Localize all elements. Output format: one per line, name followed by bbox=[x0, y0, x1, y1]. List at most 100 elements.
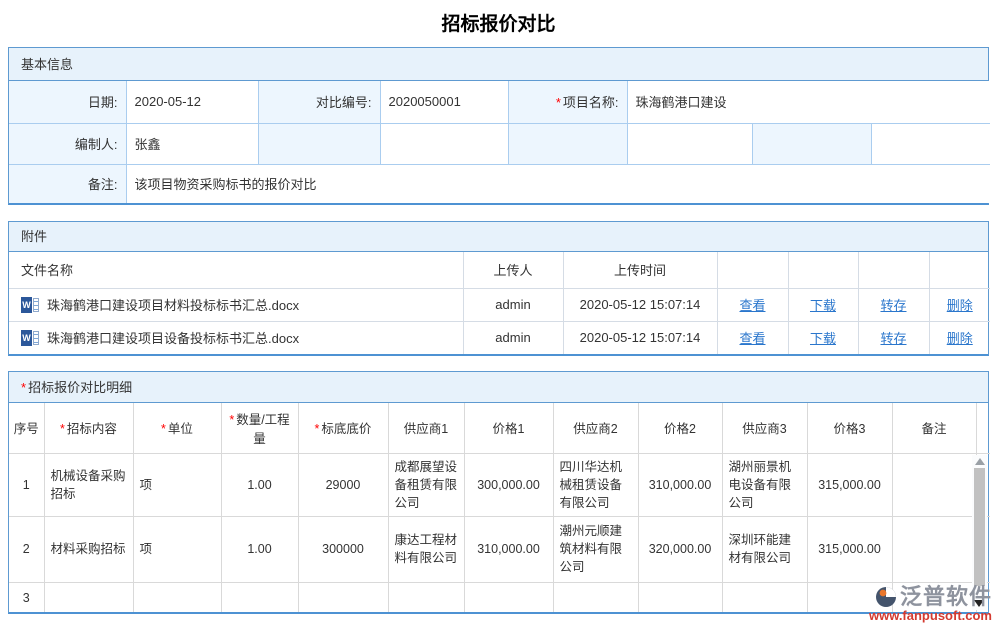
cell-supplier3: 深圳环能建材有限公司 bbox=[722, 516, 807, 582]
word-doc-icon: W bbox=[21, 330, 39, 346]
cell-supplier1 bbox=[388, 582, 464, 612]
cell-qty: 1.00 bbox=[221, 516, 298, 582]
cell-content bbox=[44, 582, 133, 612]
basic-info-row-1: 日期: 2020-05-12 对比编号: 2020050001 *项目名称: 珠… bbox=[9, 81, 990, 123]
cell-no: 3 bbox=[9, 582, 44, 612]
file-name-cell: W 珠海鹤港口建设项目材料投标标书汇总.docx bbox=[9, 288, 463, 321]
required-asterisk: * bbox=[315, 422, 320, 436]
col-header-base-price: *标底底价 bbox=[298, 403, 388, 453]
empty-value-cell bbox=[380, 123, 508, 164]
cell-qty: 1.00 bbox=[221, 453, 298, 516]
empty-action-header bbox=[929, 252, 990, 288]
cell-supplier2: 四川华达机械租赁设备有限公司 bbox=[553, 453, 638, 516]
col-header-no: 序号 bbox=[9, 403, 44, 453]
col-header-content: *招标内容 bbox=[44, 403, 133, 453]
delete-link[interactable]: 删除 bbox=[947, 298, 973, 313]
cell-supplier2: 潮州元顺建筑材料有限公司 bbox=[553, 516, 638, 582]
transfer-save-link[interactable]: 转存 bbox=[880, 298, 906, 313]
date-label: 日期: bbox=[9, 81, 126, 123]
empty-label-cell bbox=[508, 123, 627, 164]
empty-action-header bbox=[717, 252, 788, 288]
required-asterisk: * bbox=[556, 95, 561, 110]
basic-info-row-2: 编制人: 张鑫 bbox=[9, 123, 990, 164]
author-value: 张鑫 bbox=[126, 123, 258, 164]
cell-price3: 315,000.00 bbox=[807, 516, 892, 582]
required-asterisk: * bbox=[161, 422, 166, 436]
uploader-header: 上传人 bbox=[463, 252, 563, 288]
uploader-cell: admin bbox=[463, 288, 563, 321]
delete-link[interactable]: 删除 bbox=[947, 331, 973, 346]
cell-unit: 项 bbox=[133, 453, 221, 516]
vendor-watermark: 泛普软件 www.fanpusoft.com bbox=[869, 585, 992, 623]
detail-row: 1 机械设备采购招标 项 1.00 29000 成都展望设备租赁有限公司 300… bbox=[9, 453, 990, 516]
cell-content: 材料采购招标 bbox=[44, 516, 133, 582]
cell-base-price: 29000 bbox=[298, 453, 388, 516]
scroll-up-icon[interactable] bbox=[975, 458, 985, 465]
view-link[interactable]: 查看 bbox=[739, 298, 765, 313]
cell-price1 bbox=[464, 582, 553, 612]
author-label: 编制人: bbox=[9, 123, 126, 164]
cell-no: 2 bbox=[9, 516, 44, 582]
cell-price1: 300,000.00 bbox=[464, 453, 553, 516]
detail-section-title: *招标报价对比明细 bbox=[9, 372, 988, 403]
word-doc-icon: W bbox=[21, 297, 39, 313]
detail-row: 2 材料采购招标 项 1.00 300000 康达工程材料有限公司 310,00… bbox=[9, 516, 990, 582]
detail-table: 序号 *招标内容 *单位 *数量/工程量 *标底底价 供应商1 价格1 供应商2… bbox=[9, 403, 990, 612]
col-header-qty: *数量/工程量 bbox=[221, 403, 298, 453]
remark-label: 备注: bbox=[9, 164, 126, 203]
attachment-row: W珠海鹤港口建设项目设备投标标书汇总.docx admin 2020-05-12… bbox=[9, 321, 990, 354]
col-header-price2: 价格2 bbox=[638, 403, 722, 453]
basic-info-row-3: 备注: 该项目物资采购标书的报价对比 bbox=[9, 164, 990, 203]
transfer-save-link[interactable]: 转存 bbox=[880, 331, 906, 346]
cell-supplier1: 成都展望设备租赁有限公司 bbox=[388, 453, 464, 516]
uploader-cell: admin bbox=[463, 321, 563, 354]
download-link[interactable]: 下载 bbox=[810, 298, 836, 313]
col-header-supplier1: 供应商1 bbox=[388, 403, 464, 453]
cell-base-price: 300000 bbox=[298, 516, 388, 582]
required-asterisk: * bbox=[21, 380, 26, 395]
attachments-panel: 附件 文件名称 上传人 上传时间 W 珠海鹤港口建设项目材料投标标书汇总.docx… bbox=[8, 221, 989, 356]
compare-no-label: 对比编号: bbox=[258, 81, 380, 123]
cell-price2 bbox=[638, 582, 722, 612]
view-link[interactable]: 查看 bbox=[739, 331, 765, 346]
vendor-url-text: www.fanpusoft.com bbox=[869, 609, 992, 623]
file-name-text: 珠海鹤港口建设项目材料投标标书汇总.docx bbox=[47, 298, 299, 313]
cell-content: 机械设备采购招标 bbox=[44, 453, 133, 516]
attachments-section-title: 附件 bbox=[9, 222, 988, 252]
cell-remark bbox=[892, 516, 976, 582]
basic-info-section-title: 基本信息 bbox=[9, 48, 988, 81]
cell-base-price bbox=[298, 582, 388, 612]
cell-unit bbox=[133, 582, 221, 612]
date-value: 2020-05-12 bbox=[126, 81, 258, 123]
empty-value-cell bbox=[627, 123, 752, 164]
remark-value: 该项目物资采购标书的报价对比 bbox=[126, 164, 990, 203]
page-title: 招标报价对比 bbox=[0, 0, 997, 47]
detail-section-title-text: 招标报价对比明细 bbox=[28, 380, 132, 395]
scrollbar-thumb[interactable] bbox=[974, 468, 985, 586]
fanpu-logo-icon bbox=[874, 585, 898, 609]
empty-label-cell bbox=[752, 123, 871, 164]
col-header-price1: 价格1 bbox=[464, 403, 553, 453]
empty-action-header bbox=[858, 252, 929, 288]
col-header-unit: *单位 bbox=[133, 403, 221, 453]
cell-price1: 310,000.00 bbox=[464, 516, 553, 582]
detail-row: 3 bbox=[9, 582, 990, 612]
upload-time-cell: 2020-05-12 15:07:14 bbox=[563, 288, 717, 321]
compare-no-value: 2020050001 bbox=[380, 81, 508, 123]
required-asterisk: * bbox=[229, 413, 234, 427]
bid-comparison-detail-panel: *招标报价对比明细 序号 *招标内容 *单位 *数量/工程量 *标底底价 供应商… bbox=[8, 371, 989, 614]
attachments-header-row: 文件名称 上传人 上传时间 bbox=[9, 252, 990, 288]
cell-supplier3 bbox=[722, 582, 807, 612]
col-header-supplier3: 供应商3 bbox=[722, 403, 807, 453]
project-name-value: 珠海鹤港口建设 bbox=[627, 81, 990, 123]
empty-action-header bbox=[788, 252, 858, 288]
cell-qty bbox=[221, 582, 298, 612]
download-link[interactable]: 下载 bbox=[810, 331, 836, 346]
empty-label-cell bbox=[258, 123, 380, 164]
basic-info-table: 日期: 2020-05-12 对比编号: 2020050001 *项目名称: 珠… bbox=[9, 81, 990, 203]
col-header-price3: 价格3 bbox=[807, 403, 892, 453]
col-header-remark: 备注 bbox=[892, 403, 976, 453]
scrollbar-spacer bbox=[976, 403, 990, 453]
file-name-header: 文件名称 bbox=[9, 252, 463, 288]
cell-price3: 315,000.00 bbox=[807, 453, 892, 516]
